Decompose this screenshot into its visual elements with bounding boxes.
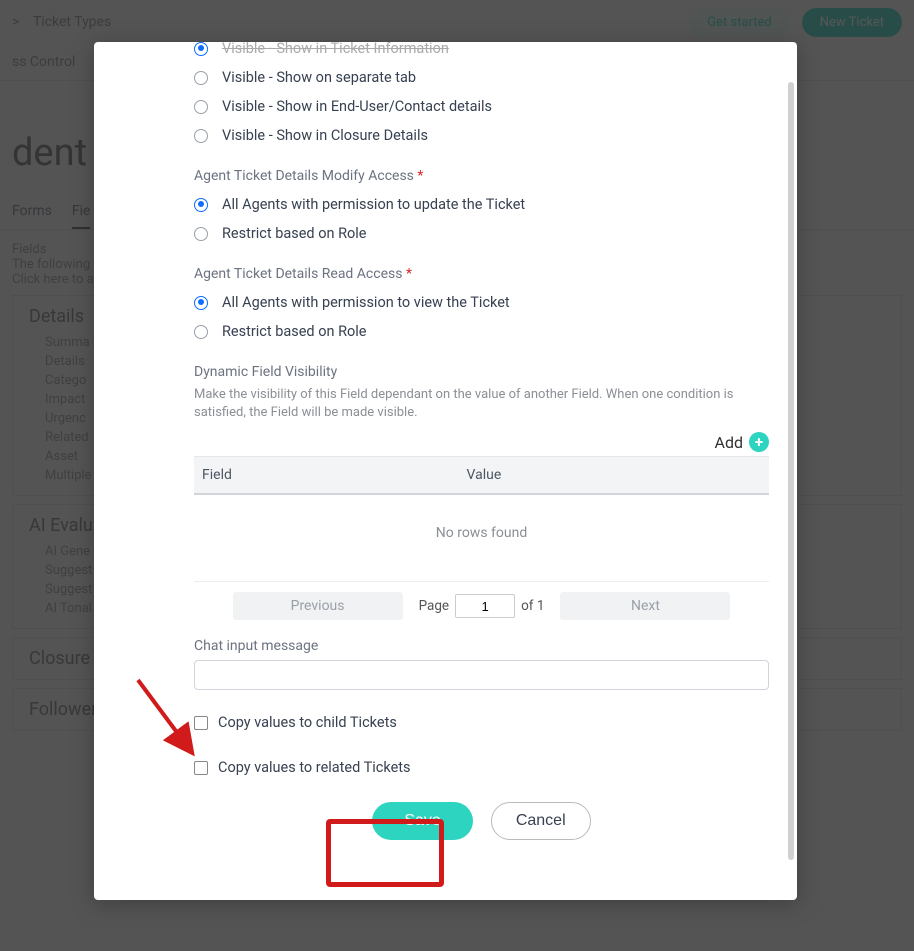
visibility-group: Visible - Show in Ticket Information Vis… [194,42,769,150]
copy-related-checkbox-row[interactable]: Copy values to related Tickets [194,759,769,776]
save-button[interactable]: Save [372,802,472,840]
visibility-option-tab[interactable]: Visible - Show on separate tab [194,63,769,92]
conditions-table: Field Value No rows found [194,456,769,571]
checkbox-icon [194,761,208,775]
modify-option-all[interactable]: All Agents with permission to update the… [194,190,769,219]
read-option-all[interactable]: All Agents with permission to view the T… [194,288,769,317]
modal-footer: Save Cancel [194,780,769,848]
modify-option-role[interactable]: Restrict based on Role [194,219,769,248]
radio-icon [194,296,208,310]
radio-label: Visible - Show in Ticket Information [222,42,449,57]
radio-label: Restrict based on Role [222,323,367,340]
modify-access-label: Agent Ticket Details Modify Access * [194,168,769,184]
dynamic-visibility-label: Dynamic Field Visibility [194,364,769,380]
dynamic-visibility-help: Make the visibility of this Field depend… [194,386,769,422]
page-of: of 1 [521,598,544,614]
visibility-option-info[interactable]: Visible - Show in Ticket Information [194,42,769,63]
page-input[interactable] [455,594,515,618]
radio-label: Visible - Show in End-User/Contact detai… [222,98,492,115]
radio-icon [194,325,208,339]
add-condition-button[interactable]: Add + [194,432,769,452]
radio-label: Restrict based on Role [222,225,367,242]
checkbox-label: Copy values to child Tickets [218,714,397,731]
page-label: Page [419,598,450,614]
radio-label: All Agents with permission to view the T… [222,294,510,311]
radio-icon [194,129,208,143]
radio-label: All Agents with permission to update the… [222,196,525,213]
visibility-option-contact[interactable]: Visible - Show in End-User/Contact detai… [194,92,769,121]
visibility-option-closure[interactable]: Visible - Show in Closure Details [194,121,769,150]
radio-icon [194,227,208,241]
radio-icon [194,42,208,56]
cancel-button[interactable]: Cancel [491,802,591,840]
radio-label: Visible - Show on separate tab [222,69,416,86]
copy-child-checkbox-row[interactable]: Copy values to child Tickets [194,714,769,731]
modify-access-group: All Agents with permission to update the… [194,190,769,248]
checkbox-label: Copy values to related Tickets [218,759,411,776]
th-value: Value [459,457,770,493]
table-empty: No rows found [194,495,769,571]
radio-label: Visible - Show in Closure Details [222,127,428,144]
add-label: Add [715,433,743,452]
field-settings-modal: Visible - Show in Ticket Information Vis… [94,42,797,900]
read-access-label: Agent Ticket Details Read Access * [194,266,769,282]
previous-button[interactable]: Previous [233,592,403,620]
read-option-role[interactable]: Restrict based on Role [194,317,769,346]
next-button[interactable]: Next [560,592,730,620]
th-field: Field [194,457,459,493]
chat-input-field[interactable] [194,660,769,690]
scrollbar[interactable] [788,82,794,860]
radio-icon [194,100,208,114]
read-access-group: All Agents with permission to view the T… [194,288,769,346]
radio-icon [194,198,208,212]
plus-icon: + [749,432,769,452]
pager: Previous Page of 1 Next [194,581,769,620]
checkbox-icon [194,716,208,730]
chat-input-label: Chat input message [194,638,769,654]
radio-icon [194,71,208,85]
